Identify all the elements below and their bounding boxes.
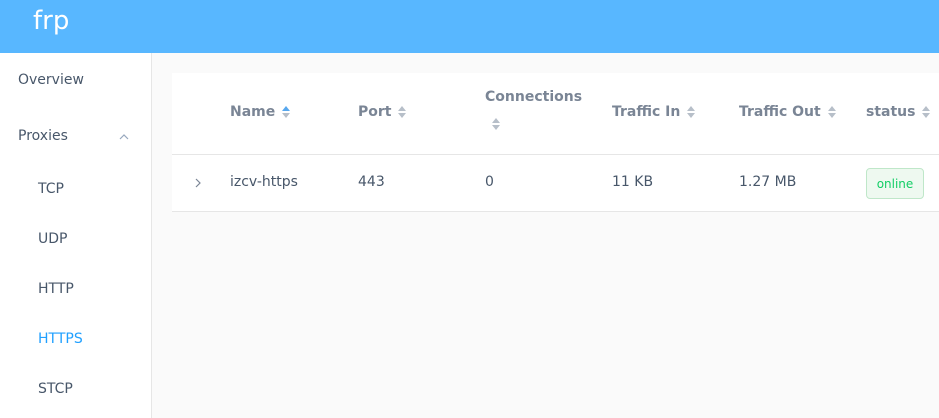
cell-port: 443 bbox=[358, 174, 385, 190]
column-header-name[interactable]: Name bbox=[230, 104, 291, 120]
proxy-table: Name Port Connections Traffic In Traffic… bbox=[172, 73, 939, 212]
brand-logo[interactable]: frp bbox=[33, 6, 69, 36]
sort-ascending-icon[interactable] bbox=[281, 105, 291, 119]
cell-traffic-in: 11 KB bbox=[612, 174, 654, 190]
main-content: Name Port Connections Traffic In Traffic… bbox=[152, 53, 939, 418]
top-header: frp bbox=[0, 0, 939, 53]
sidebar-item-stcp[interactable]: STCP bbox=[38, 381, 73, 397]
sidebar: Overview Proxies TCP UDP HTTP HTTPS STCP bbox=[0, 53, 152, 418]
column-label-port: Port bbox=[358, 104, 392, 120]
sidebar-item-overview[interactable]: Overview bbox=[18, 72, 84, 88]
sort-icon[interactable] bbox=[921, 105, 931, 119]
table-row[interactable]: izcv-https 443 0 11 KB 1.27 MB online bbox=[172, 155, 939, 212]
column-label-traffic-out: Traffic Out bbox=[739, 104, 821, 120]
column-label-traffic-in: Traffic In bbox=[612, 104, 681, 120]
column-header-port[interactable]: Port bbox=[358, 104, 407, 120]
column-header-connections[interactable]: Connections bbox=[485, 89, 582, 105]
column-header-traffic-in[interactable]: Traffic In bbox=[612, 104, 696, 120]
sidebar-item-https[interactable]: HTTPS bbox=[38, 331, 83, 347]
sort-icon[interactable] bbox=[397, 105, 407, 119]
sort-icon[interactable] bbox=[827, 105, 837, 119]
sidebar-item-tcp[interactable]: TCP bbox=[38, 181, 64, 197]
status-badge: online bbox=[866, 168, 924, 199]
table-header: Name Port Connections Traffic In Traffic… bbox=[172, 73, 939, 155]
column-label-connections: Connections bbox=[485, 89, 583, 105]
column-header-status[interactable]: status bbox=[866, 104, 931, 120]
sort-icon[interactable] bbox=[491, 117, 501, 131]
sidebar-item-proxies[interactable]: Proxies bbox=[18, 128, 68, 144]
sidebar-item-udp[interactable]: UDP bbox=[38, 231, 67, 247]
column-label-name: Name bbox=[230, 104, 276, 120]
chevron-up-icon[interactable] bbox=[118, 131, 130, 143]
column-header-traffic-out[interactable]: Traffic Out bbox=[739, 104, 837, 120]
cell-traffic-out: 1.27 MB bbox=[739, 174, 797, 190]
chevron-right-icon[interactable] bbox=[192, 177, 204, 189]
column-label-status: status bbox=[866, 104, 916, 120]
cell-connections: 0 bbox=[485, 174, 494, 190]
sidebar-item-http[interactable]: HTTP bbox=[38, 281, 74, 297]
cell-name: izcv-https bbox=[230, 174, 298, 190]
sort-icon[interactable] bbox=[686, 105, 696, 119]
